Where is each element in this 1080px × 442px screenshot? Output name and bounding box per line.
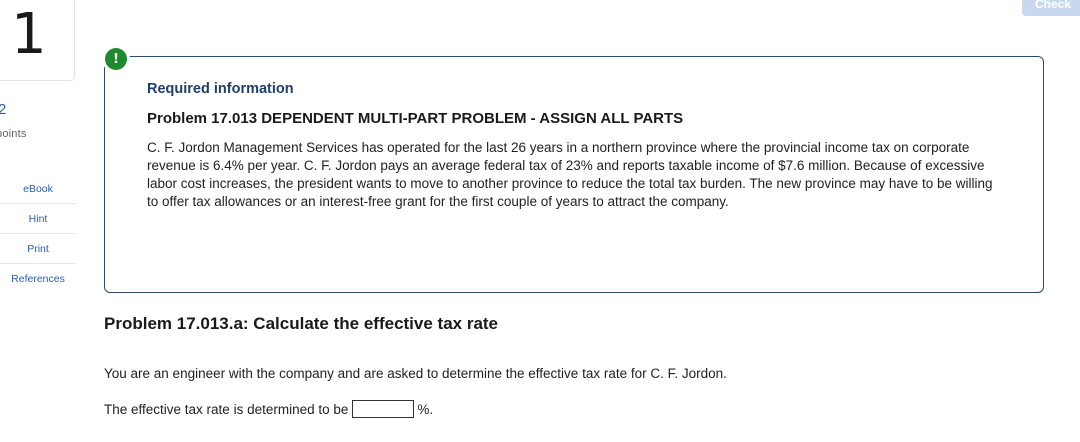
- problem-title: Problem 17.013 DEPENDENT MULTI-PART PROB…: [147, 110, 684, 127]
- hint-link[interactable]: Hint: [0, 204, 76, 234]
- check-button[interactable]: Check: [1022, 0, 1080, 16]
- info-heading: Required information: [147, 81, 294, 97]
- side-menu: eBook Hint Print References: [0, 174, 76, 294]
- question-page: 1 2 points eBook Hint Print References C…: [0, 0, 1080, 442]
- question-number-box: 1: [0, 0, 75, 81]
- answer-unit: %.: [417, 401, 434, 417]
- part-prompt: You are an engineer with the company and…: [104, 366, 727, 381]
- points-value: 2: [0, 102, 7, 114]
- ebook-link[interactable]: eBook: [0, 174, 76, 204]
- answer-row: The effective tax rate is determined to …: [104, 400, 433, 418]
- references-link[interactable]: References: [0, 264, 76, 294]
- points-label: points: [0, 128, 27, 140]
- part-heading: Problem 17.013.a: Calculate the effectiv…: [104, 314, 499, 333]
- print-link[interactable]: Print: [0, 234, 76, 264]
- effective-tax-rate-input[interactable]: [352, 400, 415, 418]
- problem-text: C. F. Jordon Management Services has ope…: [147, 140, 993, 209]
- alert-icon: !: [105, 48, 127, 70]
- answer-label: The effective tax rate is determined to …: [104, 401, 349, 417]
- question-number: 1: [11, 2, 47, 67]
